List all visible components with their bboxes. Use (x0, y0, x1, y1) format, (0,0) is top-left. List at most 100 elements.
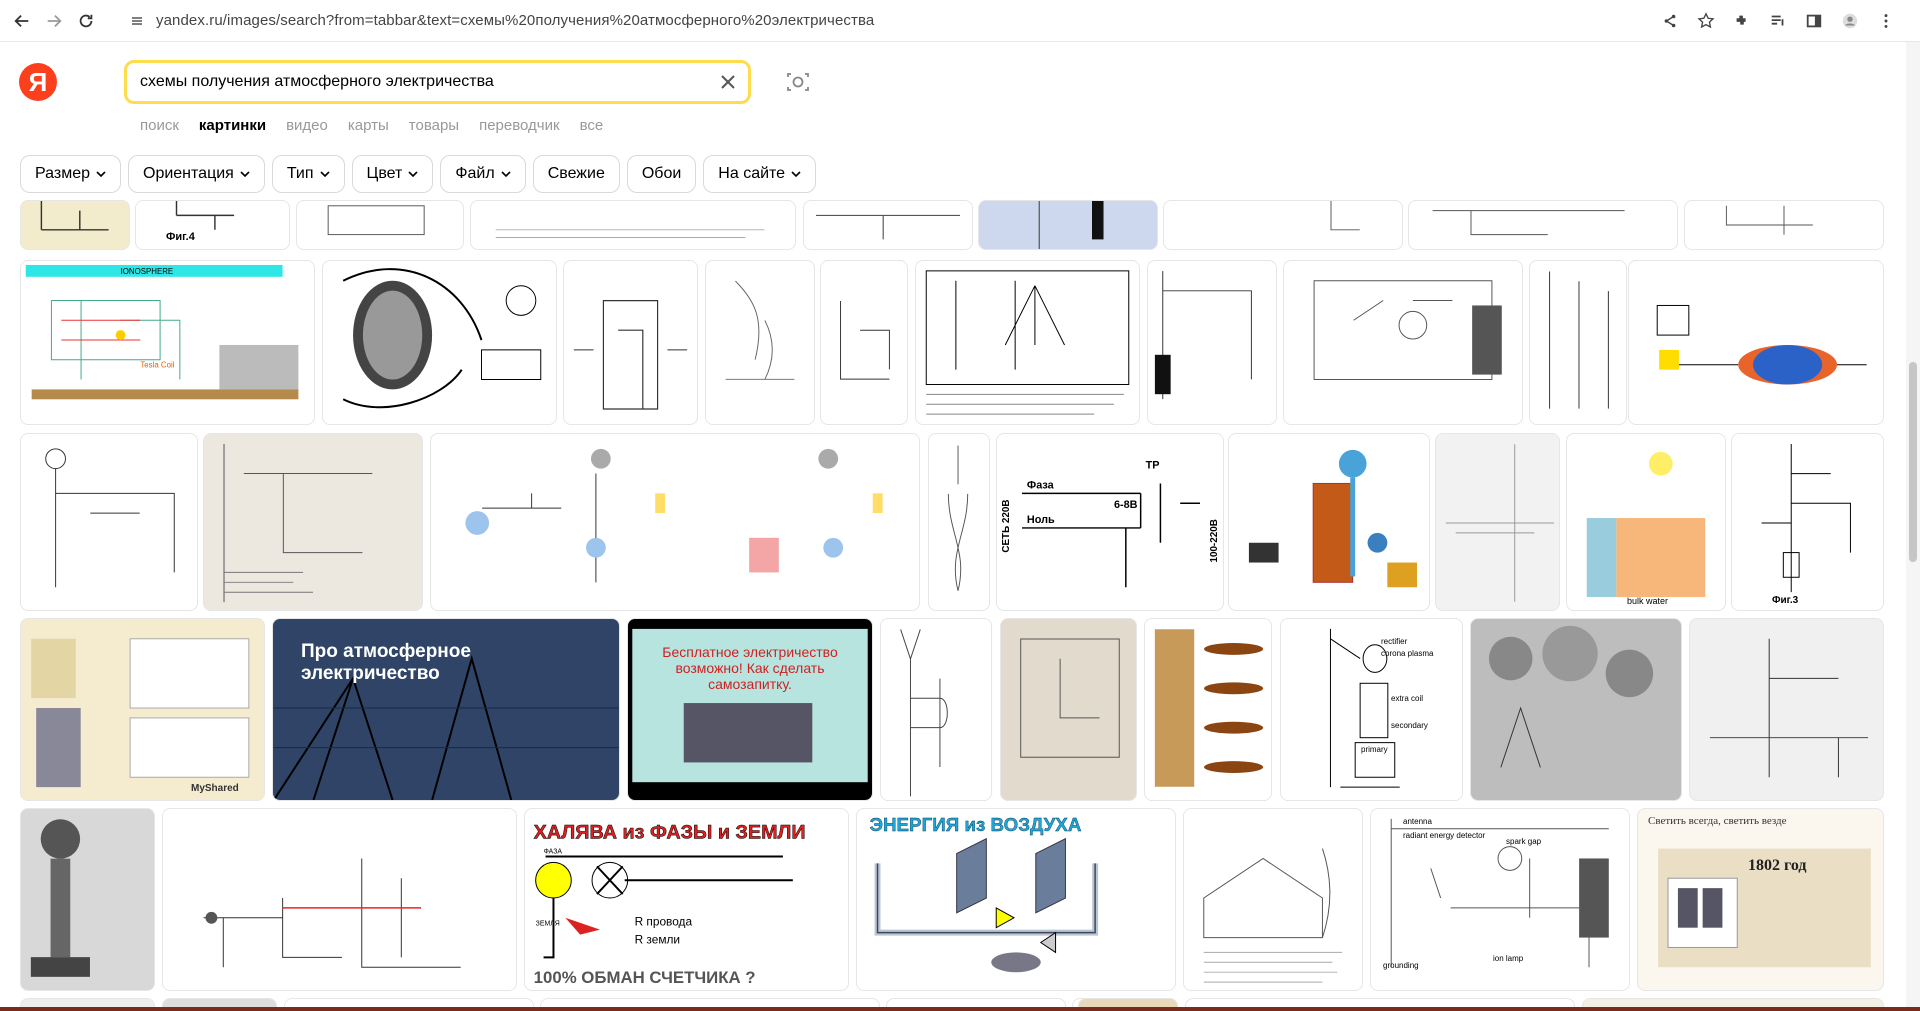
image-result[interactable] (1628, 260, 1884, 425)
address-bar[interactable]: yandex.ru/images/search?from=tabbar&text… (156, 12, 874, 29)
image-result[interactable]: ХАЛЯВА из ФАЗЫ и ЗЕМЛИ ФАЗА ЗЕМЛЯ R пров… (524, 808, 849, 991)
caption-pro-atmo: Про атмосферное электричество (301, 641, 471, 684)
search-input[interactable] (140, 73, 700, 91)
close-icon[interactable] (718, 72, 738, 92)
image-result[interactable]: Фиг.4 (135, 200, 290, 250)
filter-file[interactable]: Файл (440, 155, 526, 193)
filter-label: Размер (35, 165, 90, 182)
image-result[interactable] (1684, 200, 1884, 250)
image-result[interactable] (820, 260, 908, 425)
r-zemli-label: R земли (635, 933, 680, 947)
image-result[interactable] (563, 260, 698, 425)
image-result[interactable] (20, 433, 198, 611)
filter-fresh[interactable]: Свежие (532, 155, 620, 193)
filter-size[interactable]: Размер (20, 155, 121, 193)
image-result[interactable] (470, 200, 796, 250)
tesla-coil-label: Tesla Coil (140, 361, 174, 370)
bookmark-button[interactable] (1692, 6, 1720, 36)
scrollbar-thumb[interactable] (1909, 362, 1917, 562)
tab-all[interactable]: все (580, 117, 604, 134)
tab-search[interactable]: поиск (140, 117, 179, 134)
image-result[interactable]: rectifier corona plasma extra coil secon… (1280, 618, 1463, 801)
image-result[interactable] (1144, 618, 1272, 801)
extensions-button[interactable] (1728, 6, 1756, 36)
image-result[interactable] (1228, 433, 1430, 611)
image-result[interactable]: Про атмосферное электричество (272, 618, 620, 801)
filter-site[interactable]: На сайте (703, 155, 817, 193)
back-button[interactable] (6, 5, 38, 37)
image-result[interactable] (1147, 260, 1277, 425)
obman-caption: 100% ОБМАН СЧЕТЧИКА ? (534, 968, 756, 987)
filter-label: Цвет (366, 165, 403, 182)
image-result[interactable] (1000, 618, 1137, 801)
image-result[interactable] (20, 200, 130, 250)
caption-bulk-water: bulk water (1627, 596, 1669, 606)
tab-video[interactable]: видео (286, 117, 328, 134)
image-result[interactable]: MyShared (20, 618, 265, 801)
image-result[interactable] (1283, 260, 1523, 425)
image-result[interactable] (1689, 618, 1884, 801)
image-result[interactable]: ЭНЕРГИЯ из ВОЗДУХА (856, 808, 1176, 991)
page-scrollbar[interactable] (1906, 42, 1920, 1011)
caption-fig3: Фиг.3 (1772, 595, 1799, 606)
image-result[interactable] (1435, 433, 1560, 611)
image-result[interactable] (1183, 808, 1363, 991)
image-result[interactable]: Светить всегда, светить везде 1802 год (1637, 808, 1884, 991)
search-box[interactable] (124, 60, 751, 104)
site-info-icon[interactable] (130, 14, 144, 28)
image-result[interactable] (928, 433, 990, 611)
chevron-down-icon (319, 171, 330, 178)
filter-orientation[interactable]: Ориентация (128, 155, 265, 193)
tab-translator[interactable]: переводчик (479, 117, 559, 134)
image-result[interactable] (20, 808, 155, 991)
image-result[interactable]: bulk water (1566, 433, 1726, 611)
v100-label: 100-220В (1209, 519, 1220, 562)
v68-label: 6-8В (1114, 499, 1138, 511)
caption-corona: corona plasma (1381, 649, 1434, 658)
image-result[interactable] (1529, 260, 1627, 425)
image-result[interactable] (430, 433, 920, 611)
camera-search-icon[interactable] (785, 69, 811, 95)
image-result[interactable]: antenna radiant energy detector spark ga… (1370, 808, 1630, 991)
image-result[interactable] (1470, 618, 1682, 801)
filter-wallpapers[interactable]: Обои (626, 155, 697, 193)
tab-images[interactable]: картинки (199, 117, 266, 134)
forward-button[interactable] (38, 5, 70, 37)
image-result[interactable]: IONOSPHERE Tesla Coil (20, 260, 315, 425)
image-result[interactable] (803, 200, 973, 250)
filter-label: Ориентация (143, 165, 234, 182)
yandex-logo[interactable]: Я (19, 63, 57, 101)
filter-type[interactable]: Тип (271, 155, 345, 193)
caption-secondary: secondary (1391, 721, 1428, 730)
faza-small-label: ФАЗА (544, 849, 563, 856)
image-result[interactable] (978, 200, 1158, 250)
image-result[interactable] (705, 260, 815, 425)
kebab-menu-icon (1884, 14, 1888, 28)
faza-label: Фаза (1027, 479, 1055, 491)
filter-label: Обои (641, 165, 682, 182)
image-result[interactable] (1408, 200, 1678, 250)
image-result[interactable]: Фаза Ноль ТР 6-8В СЕТЬ 220В 100-220В (996, 433, 1224, 611)
image-result[interactable] (296, 200, 464, 250)
side-panel-button[interactable] (1800, 6, 1828, 36)
share-button[interactable] (1656, 6, 1684, 36)
filter-color[interactable]: Цвет (351, 155, 434, 193)
image-result[interactable] (915, 260, 1140, 425)
profile-button[interactable] (1836, 6, 1864, 36)
image-result[interactable] (203, 433, 423, 611)
arrow-right-icon (47, 14, 62, 27)
tab-maps[interactable]: карты (348, 117, 389, 134)
reload-button[interactable] (70, 5, 102, 37)
image-result[interactable] (322, 260, 557, 425)
image-result[interactable] (1163, 200, 1403, 250)
image-result[interactable] (880, 618, 992, 801)
media-button[interactable] (1764, 6, 1792, 36)
caption-1802: 1802 год (1748, 857, 1807, 874)
caption-radiant: radiant energy detector (1403, 831, 1486, 840)
chevron-down-icon (408, 171, 418, 178)
menu-button[interactable] (1872, 6, 1900, 36)
image-result[interactable]: Бесплатное электричество возможно! Как с… (627, 618, 873, 801)
image-result[interactable] (162, 808, 517, 991)
tab-products[interactable]: товары (409, 117, 459, 134)
image-result[interactable]: Фиг.3 (1731, 433, 1884, 611)
